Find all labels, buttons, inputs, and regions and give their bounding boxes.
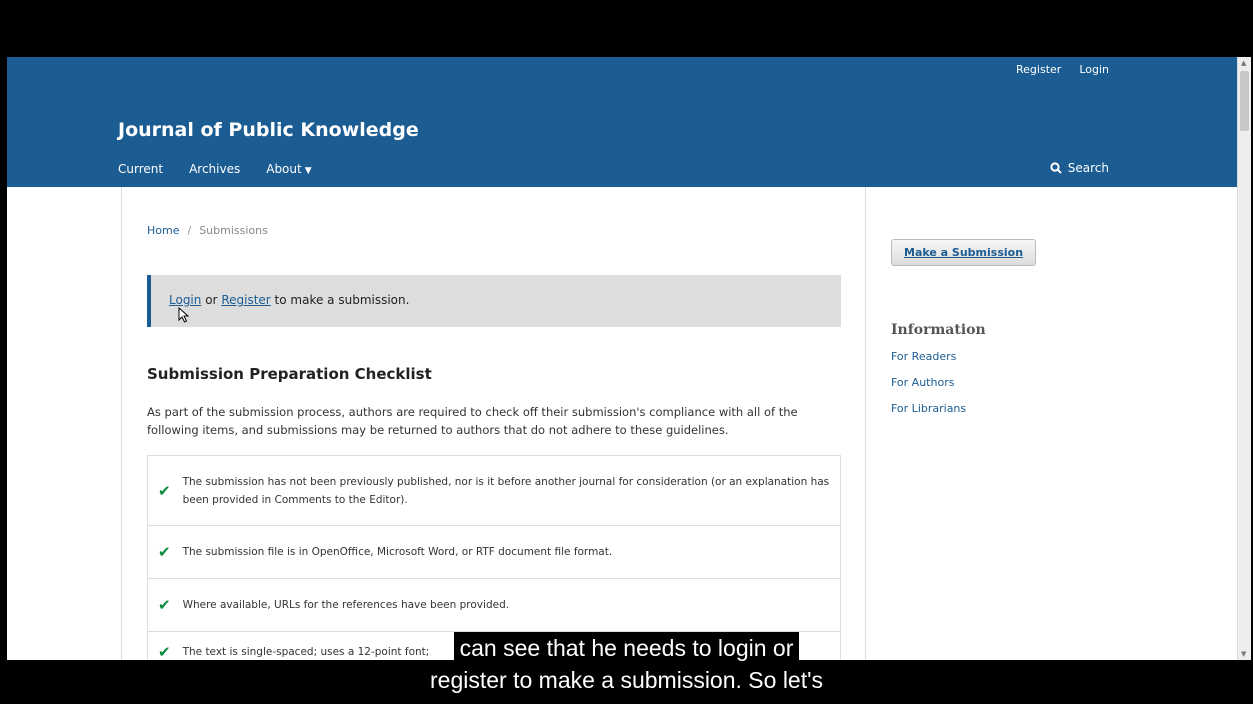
information-heading: Information (891, 322, 986, 338)
make-submission-button[interactable]: Make a Submission (891, 239, 1037, 266)
caret-down-icon: ▼ (304, 166, 312, 176)
notice-login-link[interactable]: Login (169, 293, 201, 307)
checklist: ✔ The submission has not been previously… (147, 455, 841, 660)
notice-register-link[interactable]: Register (221, 293, 270, 307)
site-title[interactable]: Journal of Public Knowledge (118, 119, 419, 141)
search-icon (1050, 162, 1062, 174)
nav-archives[interactable]: Archives (189, 162, 240, 176)
breadcrumb-home[interactable]: Home (147, 224, 179, 237)
information-links: For Readers For Authors For Librarians (891, 350, 1036, 415)
checkmark-icon: ✔ (158, 481, 171, 500)
nav-current[interactable]: Current (118, 162, 163, 176)
scroll-up-icon[interactable]: ▲ (1241, 59, 1246, 67)
breadcrumb: Home / Submissions (147, 224, 268, 237)
caption-line-1: can see that he needs to login or (453, 632, 800, 664)
nav-about[interactable]: About ▼ (266, 162, 311, 176)
checklist-item-text: The submission file is in OpenOffice, Mi… (182, 546, 613, 558)
for-readers-link[interactable]: For Readers (891, 350, 1036, 363)
for-authors-link[interactable]: For Authors (891, 376, 1036, 389)
checklist-item-text: Where available, URLs for the references… (182, 599, 510, 611)
register-link[interactable]: Register (1016, 63, 1061, 76)
checklist-item-text: The submission has not been previously p… (182, 475, 830, 506)
user-nav: Register Login (1016, 63, 1109, 76)
caption-line-2: register to make a submission. So let's (424, 664, 829, 696)
mouse-cursor-icon (178, 307, 190, 323)
checklist-intro: As part of the submission process, autho… (147, 405, 798, 437)
login-link[interactable]: Login (1079, 63, 1109, 76)
for-librarians-link[interactable]: For Librarians (891, 402, 1036, 415)
search-label: Search (1067, 161, 1109, 175)
checkmark-icon: ✔ (158, 543, 171, 561)
vertical-scrollbar[interactable]: ▲ ▼ (1237, 57, 1251, 660)
video-caption: can see that he needs to login or regist… (0, 632, 1253, 696)
breadcrumb-current: Submissions (199, 224, 268, 237)
primary-nav: Current Archives About ▼ (118, 162, 312, 176)
search-link[interactable]: Search (1050, 161, 1109, 175)
browser-viewport: Register Login Journal of Public Knowled… (7, 57, 1237, 660)
breadcrumb-separator: / (187, 224, 192, 237)
nav-about-label: About (266, 162, 302, 176)
checklist-title: Submission Preparation Checklist (147, 365, 432, 383)
sidebar: Make a Submission Information For Reader… (891, 239, 1037, 415)
login-notice: Login or Register to make a submission. (147, 275, 841, 327)
checkmark-icon: ✔ (158, 596, 171, 614)
checklist-item: ✔ The submission file is in OpenOffice, … (148, 526, 840, 579)
checklist-item: ✔ The submission has not been previously… (148, 456, 840, 526)
site-header: Register Login Journal of Public Knowled… (7, 57, 1237, 187)
checklist-item: ✔ Where available, URLs for the referenc… (148, 579, 840, 632)
main-content: Home / Submissions Login or Register to ma… (121, 187, 866, 660)
notice-text: to make a submission. (274, 293, 410, 307)
notice-or: or (205, 293, 218, 307)
scrollbar-thumb[interactable] (1240, 71, 1249, 131)
